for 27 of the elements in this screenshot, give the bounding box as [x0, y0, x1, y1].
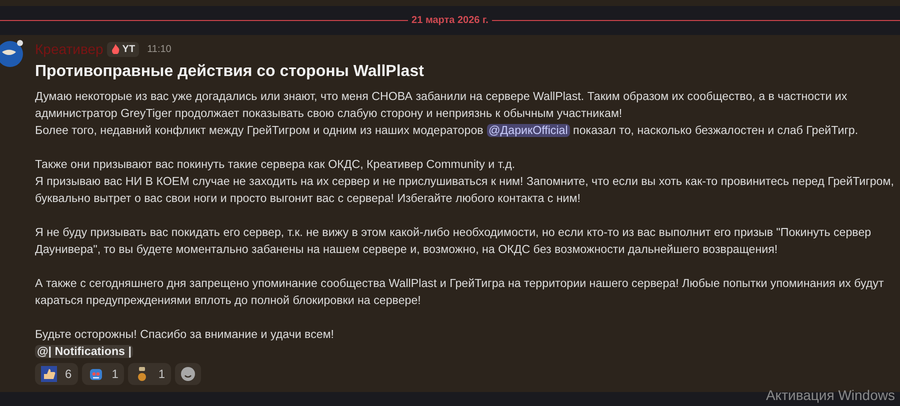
smiley-icon [181, 367, 196, 381]
flame-icon [111, 44, 120, 54]
avatar [0, 38, 24, 70]
user-mention[interactable]: @ДарикOfficial [486, 124, 570, 137]
reaction-button[interactable]: 6 [35, 363, 78, 385]
message-line: Даунивера", то вы будете моментально забанены на нашем сервере и, возможно, на ОКДС без возможности дальнейшего возвращения! [35, 242, 778, 258]
message-line: буквально вытрет о вас свои ноги и просто выгонит вас с сервера! Избегайте любого контакта с ним! [35, 191, 580, 207]
thumbs-up-icon [41, 366, 57, 382]
windows-activation-notice: Активация Windows [766, 388, 895, 402]
reaction-button[interactable]: 1 [82, 363, 124, 385]
role-mention[interactable]: @| Notifications | [35, 345, 134, 358]
message-line: караться предупреждениями вплоть до полной блокировки на сервере! [35, 293, 421, 309]
message-title: Противоправные действия со стороны WallPlast [35, 62, 425, 82]
message-line: Я не буду призывать вас покидать его сервер, т.к. не вижу в этом какой-либо необходимости, но если кто-то из вас выполнит его призыв "Покинуть сервер [35, 225, 872, 241]
date-divider: 21 марта 2026 г. [410, 14, 490, 28]
message-line: Также они призывают вас покинуть такие сервера как ОКДС, Креативер Community и т.д. [35, 157, 516, 173]
message-line: Будьте осторожны! Спасибо за внимание и удачи всем! [35, 327, 334, 343]
message-line: Более того, недавний конфликт между ГрейТигром и одним из наших модераторов @ДарикOfficial показал то, насколько безжалостен и слаб ГрейТигр. [35, 123, 858, 139]
add-reaction-button[interactable] [175, 363, 202, 385]
message-line: Думаю некоторые из вас уже догадались или знают, что меня СНОВА забанили на сервере WallPlast. Таким образом их сообщество, а в частности их [35, 89, 848, 105]
reaction-button[interactable]: 1 [128, 363, 172, 385]
robot-icon [88, 366, 104, 382]
role-tag: YT [107, 42, 140, 56]
message-line: администратор GreyTiger продолжает показывать свою слабую сторону и неприязнь к обычным участникам! [35, 106, 622, 122]
message-line: А также с сегодняшнего дня запрещено упоминание сообщества WallPlast и ГрейТигра на территории нашего сервера! Любые попытки упоминания их будут [35, 276, 884, 292]
timestamp: 11:10 [147, 42, 172, 56]
message-line: Я призываю вас НИ В КОЕМ случае не заходить на их сервер и не прислушиваться к ним! Запомните, что если вы хоть как-то провинитесь перед ГрейТигром, [35, 174, 894, 190]
